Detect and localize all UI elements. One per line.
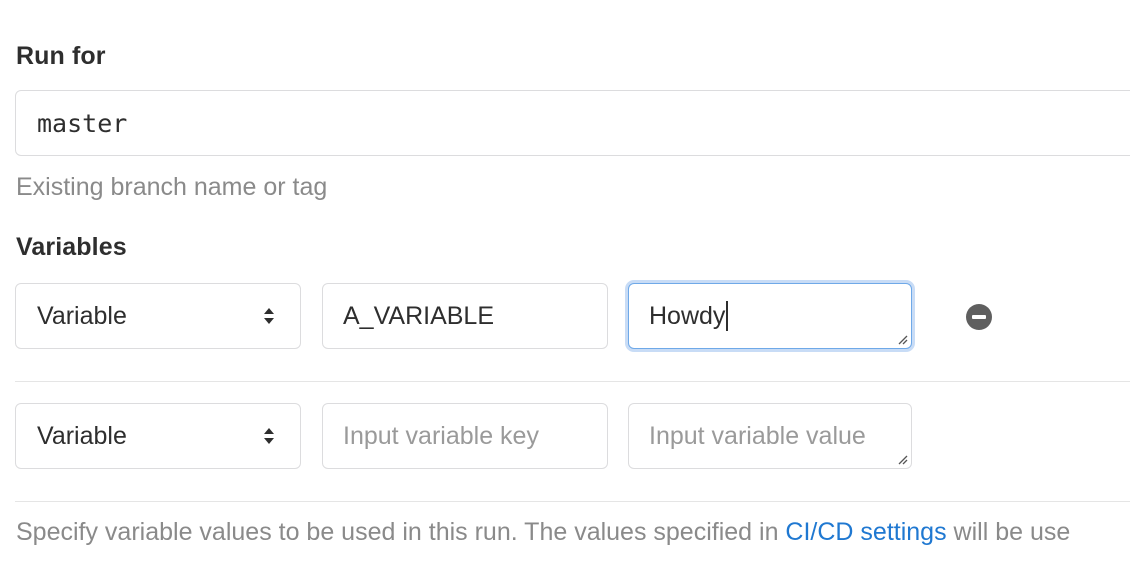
- variable-key-input[interactable]: A_VARIABLE: [322, 283, 608, 349]
- resize-handle-icon[interactable]: [896, 333, 908, 345]
- branch-help-text: Existing branch name or tag: [16, 173, 328, 201]
- variable-key-placeholder: Input variable key: [343, 421, 539, 450]
- remove-variable-button[interactable]: [966, 304, 992, 330]
- resize-handle-icon[interactable]: [896, 453, 908, 465]
- ci-cd-settings-link[interactable]: CI/CD settings: [785, 518, 946, 546]
- variables-label: Variables: [16, 233, 127, 261]
- sort-arrows-icon: [264, 308, 274, 324]
- variable-key-input[interactable]: Input variable key: [322, 403, 608, 469]
- variables-help-suffix: will be use: [946, 518, 1071, 546]
- run-for-label: Run for: [16, 42, 106, 70]
- variable-key-value: A_VARIABLE: [343, 301, 495, 330]
- variable-value-textarea[interactable]: Input variable value: [628, 403, 912, 469]
- variable-type-select[interactable]: Variable: [15, 403, 301, 469]
- text-caret: [726, 301, 729, 331]
- variable-value-textarea[interactable]: Howdy: [628, 283, 912, 349]
- run-pipeline-form: Run for Existing branch name or tag Vari…: [0, 0, 1130, 580]
- variable-value-text: Howdy: [649, 301, 726, 330]
- variable-type-select[interactable]: Variable: [15, 283, 301, 349]
- branch-input[interactable]: [15, 90, 1130, 156]
- variable-type-value: Variable: [37, 421, 127, 450]
- variables-help-text: Specify variable values to be used in th…: [16, 518, 1070, 547]
- variable-type-value: Variable: [37, 301, 127, 330]
- variable-value-placeholder: Input variable value: [649, 421, 866, 450]
- variables-help-prefix: Specify variable values to be used in th…: [16, 518, 786, 546]
- section-divider: [15, 501, 1130, 502]
- row-divider: [15, 381, 1130, 382]
- sort-arrows-icon: [264, 428, 274, 444]
